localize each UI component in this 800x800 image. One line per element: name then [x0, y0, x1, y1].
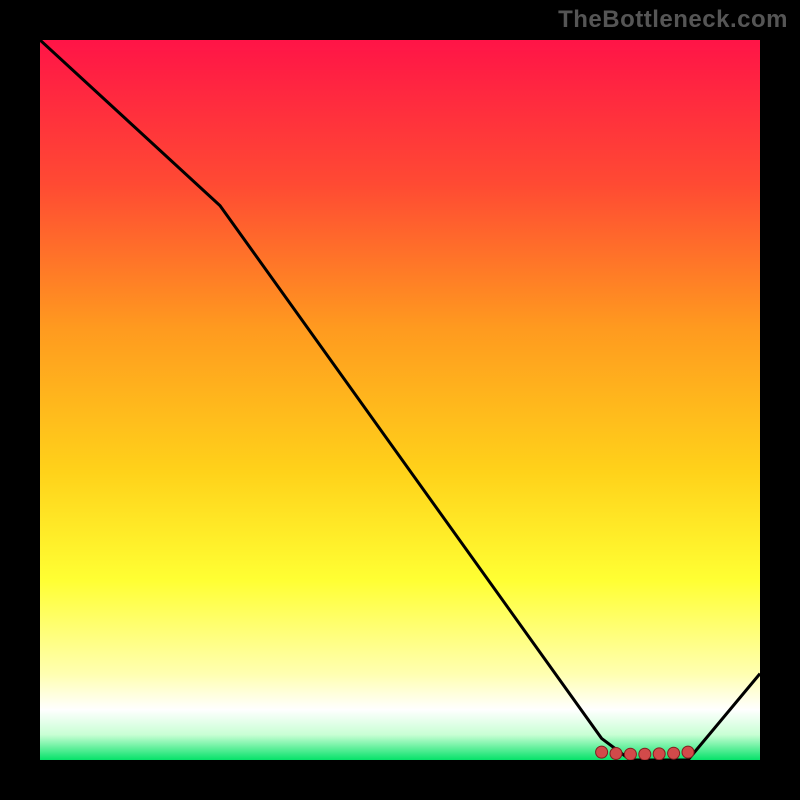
chart-frame: TheBottleneck.com [0, 0, 800, 800]
gradient-background [40, 40, 760, 760]
watermark-text: TheBottleneck.com [558, 6, 788, 34]
chart-svg [40, 40, 760, 760]
data-marker [639, 748, 651, 760]
plot-area [40, 40, 760, 760]
data-marker [596, 746, 608, 758]
data-marker [624, 748, 636, 760]
data-marker [668, 747, 680, 759]
data-marker [653, 748, 665, 760]
data-marker [682, 746, 694, 758]
data-marker [610, 748, 622, 760]
